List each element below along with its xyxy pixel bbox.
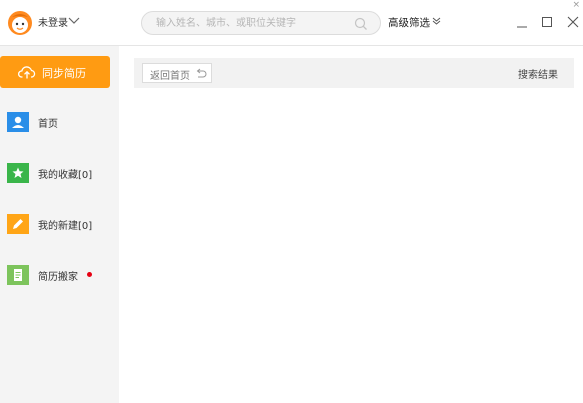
search-results-label: 搜索结果 <box>518 70 558 81</box>
search-box <box>141 11 381 35</box>
small-close-glyph[interactable]: × <box>572 0 580 10</box>
sidebar-item-label: 首页 <box>38 119 58 130</box>
sidebar-item-label: 我的新建[0] <box>38 221 93 232</box>
search-input[interactable] <box>156 16 346 31</box>
maximize-icon[interactable] <box>540 15 554 29</box>
login-status[interactable]: 未登录 <box>38 14 68 29</box>
back-home-label: 返回首页 <box>150 71 190 82</box>
return-icon <box>196 68 207 78</box>
close-icon[interactable] <box>566 15 580 29</box>
double-chevron-down-icon[interactable] <box>432 17 441 25</box>
back-home-button[interactable]: 返回首页 <box>142 63 212 83</box>
title-bar: 未登录 高级筛选 × <box>0 0 583 46</box>
main-content: 返回首页 搜索结果 <box>119 46 583 403</box>
star-icon <box>7 163 29 183</box>
sidebar-item-favorites[interactable]: 我的收藏[0] <box>0 157 119 189</box>
document-icon <box>7 265 29 285</box>
avatar-icon[interactable] <box>7 10 33 36</box>
sidebar-item-label: 我的收藏[0] <box>38 170 93 181</box>
sidebar: 同步简历 首页 我的收藏[0] 我的新建[0] 简历搬家 <box>0 46 119 403</box>
chevron-down-icon[interactable] <box>68 15 80 25</box>
cloud-upload-icon <box>18 66 36 79</box>
minimize-icon[interactable] <box>515 16 529 30</box>
person-icon <box>7 112 29 132</box>
search-icon[interactable] <box>354 17 368 31</box>
pencil-icon <box>7 214 29 234</box>
sidebar-item-resume-move[interactable]: 简历搬家 <box>0 259 119 291</box>
notification-dot <box>87 272 92 277</box>
sync-resume-button[interactable]: 同步简历 <box>0 56 110 88</box>
results-toolbar: 返回首页 搜索结果 <box>134 58 574 88</box>
sync-resume-label: 同步简历 <box>42 67 86 80</box>
sidebar-item-home[interactable]: 首页 <box>0 106 119 138</box>
sidebar-item-label: 简历搬家 <box>38 272 78 283</box>
sidebar-item-new[interactable]: 我的新建[0] <box>0 208 119 240</box>
advanced-filter-button[interactable]: 高级筛选 <box>388 15 430 30</box>
app-window: 未登录 高级筛选 × <box>0 0 583 403</box>
